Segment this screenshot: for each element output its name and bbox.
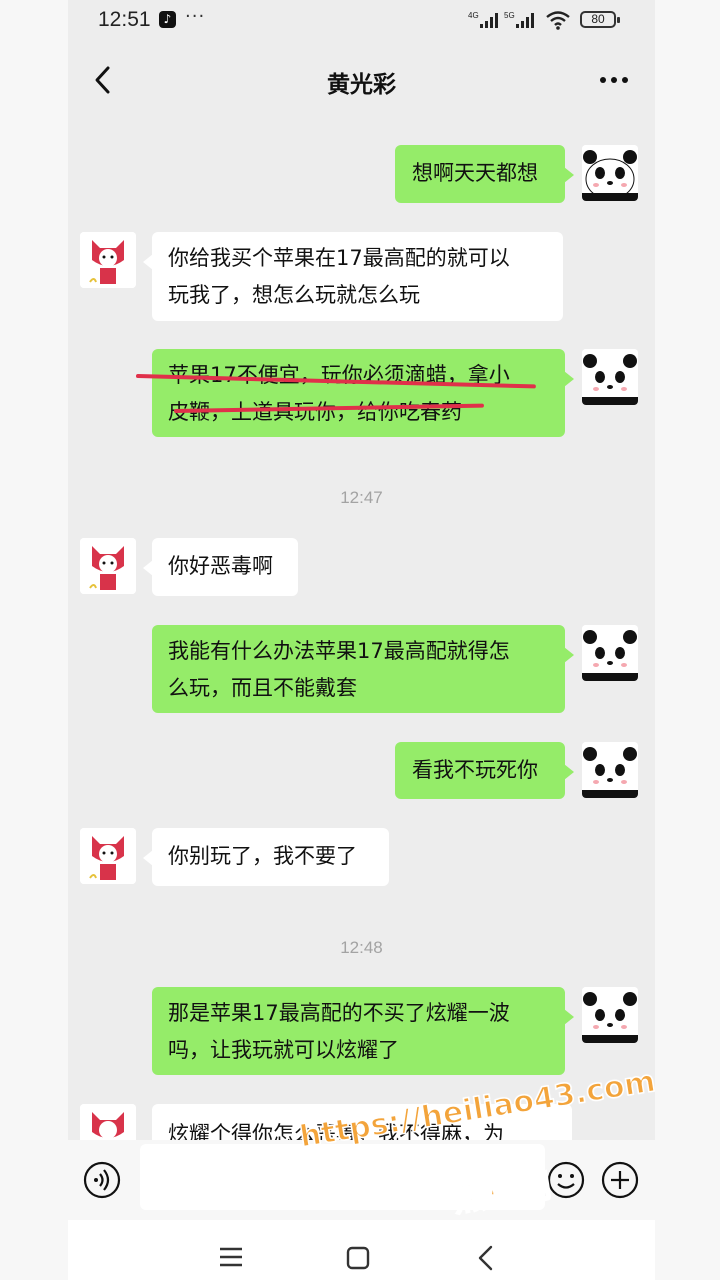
- panda-avatar[interactable]: [582, 349, 638, 405]
- plus-icon[interactable]: [600, 1160, 640, 1200]
- signal-5g-icon: 5G: [504, 11, 534, 28]
- status-bar: 12:51 ♪ ··· 4G 5G 80: [68, 0, 655, 40]
- message-bubble-outgoing[interactable]: 看我不玩死你: [395, 742, 574, 799]
- system-nav-bar: [68, 1220, 655, 1280]
- panda-avatar[interactable]: [582, 987, 638, 1043]
- menu-icon[interactable]: [218, 1246, 244, 1268]
- panda-icon: [582, 349, 638, 405]
- back-triangle-icon[interactable]: [476, 1244, 496, 1272]
- battery-indicator: 80: [580, 11, 620, 28]
- message-text-line: 吗，让我玩就可以炫耀了: [168, 1038, 399, 1062]
- message-bubble-incoming[interactable]: 你别玩了，我不要了: [143, 828, 389, 886]
- message-text-line: 么玩，而且不能戴套: [168, 676, 357, 700]
- chat-header: 黄光彩: [68, 40, 655, 120]
- tiktok-icon: ♪: [159, 11, 176, 28]
- panda-icon: [582, 145, 638, 201]
- input-bar: [68, 1140, 655, 1220]
- network-label-4g: 4G: [468, 11, 479, 20]
- fox-icon: [80, 828, 136, 884]
- message-text-line: 我能有什么办法苹果17最高配就得怎: [168, 639, 510, 663]
- wifi-icon: [546, 11, 570, 30]
- fox-avatar[interactable]: [80, 828, 136, 884]
- message-text: 你好恶毒啊: [168, 554, 273, 578]
- fox-avatar[interactable]: [80, 232, 136, 288]
- message-bubble-outgoing[interactable]: 苹果17不便宜，玩你必须滴蜡，拿小 皮鞭，上道具玩你，给你吃春药: [135, 349, 574, 437]
- panda-icon: [582, 987, 638, 1043]
- message-text: 想啊天天都想: [412, 161, 538, 185]
- signal-4g-icon: 4G: [468, 11, 498, 28]
- message-text-line: 你给我买个苹果在17最高配的就可以: [168, 246, 510, 270]
- network-label-5g: 5G: [504, 11, 515, 20]
- message-text-line: 皮鞭，上道具玩你，给你吃春药: [168, 400, 462, 424]
- status-time: 12:51: [98, 8, 151, 31]
- status-overflow: ···: [185, 6, 206, 27]
- message-text: 看我不玩死你: [412, 758, 538, 782]
- message-bubble-incoming[interactable]: 你好恶毒啊: [143, 538, 298, 596]
- panda-avatar[interactable]: [582, 742, 638, 798]
- message-text-line: 那是苹果17最高配的不买了炫耀一波: [168, 1001, 510, 1025]
- chat-title: 黄光彩: [327, 72, 396, 98]
- home-square-icon[interactable]: [346, 1246, 370, 1270]
- fox-avatar[interactable]: [80, 538, 136, 594]
- more-dots-icon[interactable]: [598, 68, 630, 92]
- message-text: 你别玩了，我不要了: [168, 844, 357, 868]
- panda-avatar[interactable]: [582, 145, 638, 201]
- message-text-line: 玩我了，想怎么玩就怎么玩: [168, 283, 420, 307]
- message-bubble-outgoing[interactable]: 想啊天天都想: [395, 145, 574, 203]
- fox-icon: [80, 232, 136, 288]
- fox-icon: [80, 538, 136, 594]
- panda-icon: [582, 625, 638, 681]
- screen: 12:51 ♪ ··· 4G 5G 80 黄光彩 想啊天天都想 你给我买个苹果在…: [0, 0, 720, 1280]
- voice-icon[interactable]: [82, 1160, 122, 1200]
- panda-icon: [582, 742, 638, 798]
- timestamp: 12:47: [340, 488, 383, 507]
- message-bubble-outgoing[interactable]: 我能有什么办法苹果17最高配就得怎 么玩，而且不能戴套: [152, 625, 574, 713]
- panda-avatar[interactable]: [582, 625, 638, 681]
- message-bubble-incoming[interactable]: 你给我买个苹果在17最高配的就可以 玩我了，想怎么玩就怎么玩: [143, 232, 563, 321]
- message-bubble-outgoing[interactable]: 那是苹果17最高配的不买了炫耀一波 吗，让我玩就可以炫耀了: [152, 987, 574, 1075]
- timestamp: 12:48: [340, 938, 383, 957]
